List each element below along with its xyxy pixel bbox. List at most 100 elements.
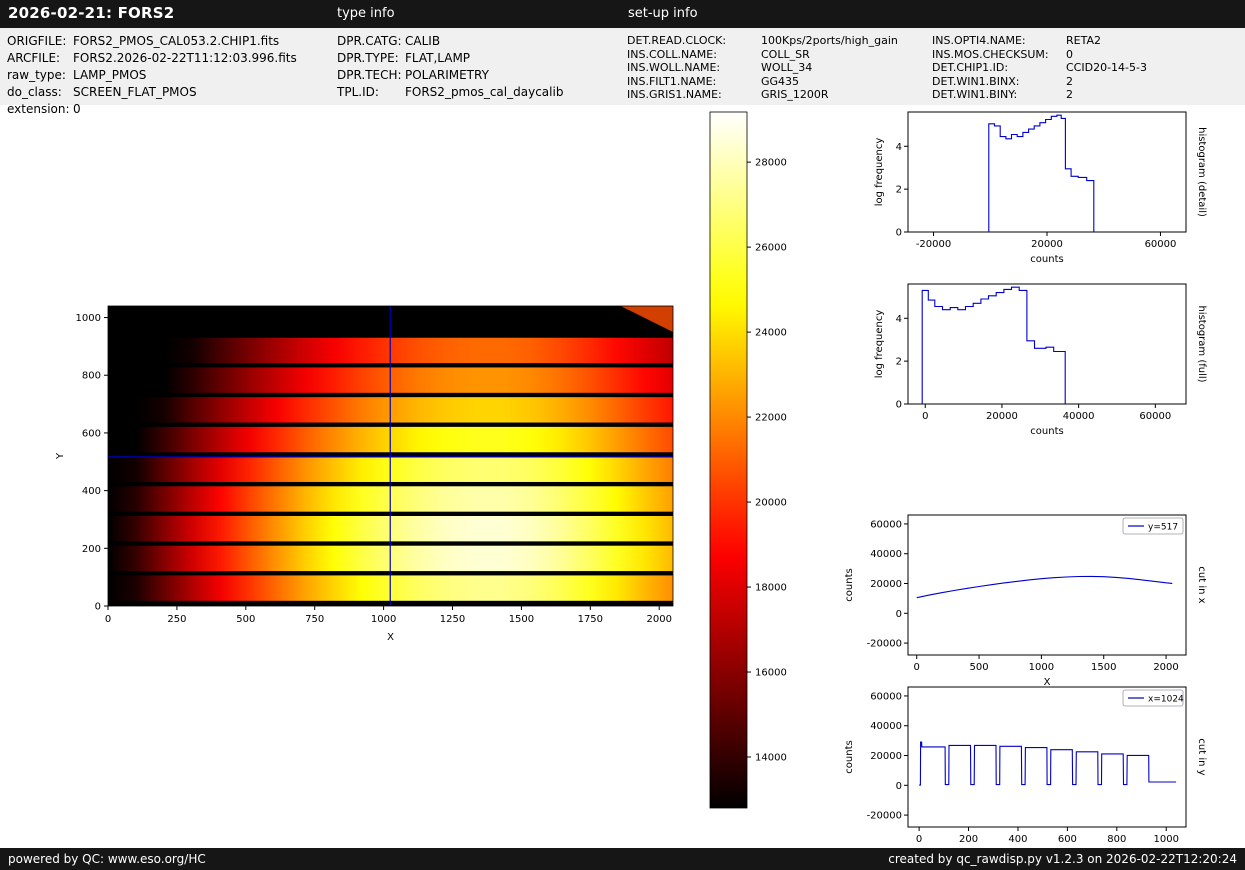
info-value: SCREEN_FLAT_PMOS: [73, 84, 197, 101]
svg-text:0: 0: [914, 662, 920, 673]
histogram-detail-plot: -200002000060000024countslog frequencyhi…: [874, 112, 1207, 265]
svg-text:20000: 20000: [870, 579, 902, 590]
svg-text:60000: 60000: [870, 691, 902, 702]
info-value: 2: [1066, 75, 1073, 89]
svg-text:Y: Y: [55, 452, 66, 460]
svg-text:20000: 20000: [755, 498, 787, 509]
svg-text:1000: 1000: [76, 313, 101, 324]
info-label: INS.MOS.CHECKSUM:: [932, 48, 1066, 62]
svg-text:4: 4: [896, 314, 902, 325]
info-value: CALIB: [405, 33, 440, 50]
info-value: FORS2_PMOS_CAL053.2.CHIP1.fits: [73, 33, 279, 50]
main-image-plot: 0250500750100012501500175020000200400600…: [55, 306, 673, 643]
info-label: INS.COLL.NAME:: [627, 48, 761, 62]
svg-text:1500: 1500: [1091, 662, 1116, 673]
svg-text:600: 600: [82, 428, 101, 439]
setup-info-block-2: INS.OPTI4.NAME:RETA2 INS.MOS.CHECKSUM:0 …: [932, 34, 1147, 102]
info-label: INS.FILT1.NAME:: [627, 75, 761, 89]
info-value: GRIS_1200R: [761, 88, 829, 102]
svg-text:0: 0: [896, 781, 902, 792]
info-value: WOLL_34: [761, 61, 812, 75]
svg-text:counts: counts: [844, 568, 855, 601]
svg-text:counts: counts: [844, 740, 855, 773]
info-label: DET.WIN1.BINX:: [932, 75, 1066, 89]
info-value: POLARIMETRY: [405, 67, 489, 84]
info-label: DPR.TECH:: [337, 67, 405, 84]
svg-text:2: 2: [896, 185, 902, 196]
info-row: DET.CHIP1.ID:CCID20-14-5-3: [932, 61, 1147, 75]
info-row: INS.FILT1.NAME:GG435: [627, 75, 898, 89]
footer-bar: powered by QC: www.eso.org/HC created by…: [0, 848, 1245, 870]
info-label: INS.WOLL.NAME:: [627, 61, 761, 75]
info-value: GG435: [761, 75, 799, 89]
svg-text:1000: 1000: [371, 614, 396, 625]
info-value: FORS2_pmos_cal_daycalib: [405, 84, 563, 101]
svg-text:X: X: [1044, 677, 1051, 688]
svg-text:0: 0: [896, 228, 902, 239]
svg-text:600: 600: [1058, 834, 1077, 845]
svg-text:20000: 20000: [986, 411, 1018, 422]
setup-info-block-1: DET.READ.CLOCK:100Kps/2ports/high_gain I…: [627, 34, 898, 102]
info-value: FORS2.2026-02-22T11:12:03.996.fits: [73, 50, 297, 67]
svg-text:0: 0: [916, 834, 922, 845]
svg-text:1250: 1250: [440, 614, 465, 625]
footer-right-text: created by qc_rawdisp.py v1.2.3 on 2026-…: [888, 852, 1237, 866]
svg-text:histogram (detail): histogram (detail): [1196, 127, 1207, 217]
info-row: DPR.TYPE:FLAT,LAMP: [337, 50, 563, 67]
svg-text:X: X: [387, 632, 394, 643]
info-value: 100Kps/2ports/high_gain: [761, 34, 898, 48]
svg-text:0: 0: [105, 614, 111, 625]
info-label: DPR.TYPE:: [337, 50, 405, 67]
svg-text:1000: 1000: [1154, 834, 1179, 845]
info-value: COLL_SR: [761, 48, 810, 62]
svg-text:4: 4: [896, 142, 902, 153]
info-value: LAMP_PMOS: [73, 67, 146, 84]
svg-text:14000: 14000: [755, 753, 787, 764]
header-bar: 2026-02-21: FORS2 type info set-up info: [0, 0, 1245, 28]
info-row: ARCFILE:FORS2.2026-02-22T11:12:03.996.fi…: [7, 50, 297, 67]
svg-text:22000: 22000: [755, 413, 787, 424]
info-row: INS.COLL.NAME:COLL_SR: [627, 48, 898, 62]
info-label: INS.OPTI4.NAME:: [932, 34, 1066, 48]
svg-text:60000: 60000: [870, 519, 902, 530]
svg-text:counts: counts: [1030, 426, 1063, 437]
info-label: DET.CHIP1.ID:: [932, 61, 1066, 75]
svg-text:400: 400: [1008, 834, 1027, 845]
info-row: DPR.CATG:CALIB: [337, 33, 563, 50]
info-value: 0: [1066, 48, 1073, 62]
info-row: DPR.TECH:POLARIMETRY: [337, 67, 563, 84]
info-label: DPR.CATG:: [337, 33, 405, 50]
svg-text:x=1024: x=1024: [1148, 695, 1184, 705]
svg-text:26000: 26000: [755, 243, 787, 254]
info-row: TPL.ID:FORS2_pmos_cal_daycalib: [337, 84, 563, 101]
info-row: do_class:SCREEN_FLAT_PMOS: [7, 84, 297, 101]
svg-text:log frequency: log frequency: [874, 310, 885, 379]
svg-text:500: 500: [236, 614, 255, 625]
svg-text:0: 0: [896, 400, 902, 411]
svg-text:counts: counts: [1030, 254, 1063, 265]
svg-text:1500: 1500: [509, 614, 534, 625]
svg-text:750: 750: [305, 614, 324, 625]
info-value: FLAT,LAMP: [405, 50, 470, 67]
info-row: INS.MOS.CHECKSUM:0: [932, 48, 1147, 62]
svg-text:y=517: y=517: [1148, 523, 1178, 533]
svg-text:24000: 24000: [755, 328, 787, 339]
info-label: ARCFILE:: [7, 50, 73, 67]
type-info-block: DPR.CATG:CALIB DPR.TYPE:FLAT,LAMP DPR.TE…: [337, 33, 563, 101]
info-value: CCID20-14-5-3: [1066, 61, 1147, 75]
svg-text:60000: 60000: [1145, 239, 1177, 250]
info-value: RETA2: [1066, 34, 1101, 48]
info-row: ORIGFILE:FORS2_PMOS_CAL053.2.CHIP1.fits: [7, 33, 297, 50]
info-value: 2: [1066, 88, 1073, 102]
svg-text:2: 2: [896, 357, 902, 368]
info-row: INS.OPTI4.NAME:RETA2: [932, 34, 1147, 48]
svg-text:20000: 20000: [870, 751, 902, 762]
info-row: INS.WOLL.NAME:WOLL_34: [627, 61, 898, 75]
svg-text:40000: 40000: [870, 549, 902, 560]
info-label: INS.GRIS1.NAME:: [627, 88, 761, 102]
svg-text:2000: 2000: [1153, 662, 1178, 673]
info-row: DET.READ.CLOCK:100Kps/2ports/high_gain: [627, 34, 898, 48]
file-info-block: ORIGFILE:FORS2_PMOS_CAL053.2.CHIP1.fits …: [7, 33, 297, 118]
svg-text:2000: 2000: [646, 614, 671, 625]
type-info-heading: type info: [337, 6, 395, 21]
